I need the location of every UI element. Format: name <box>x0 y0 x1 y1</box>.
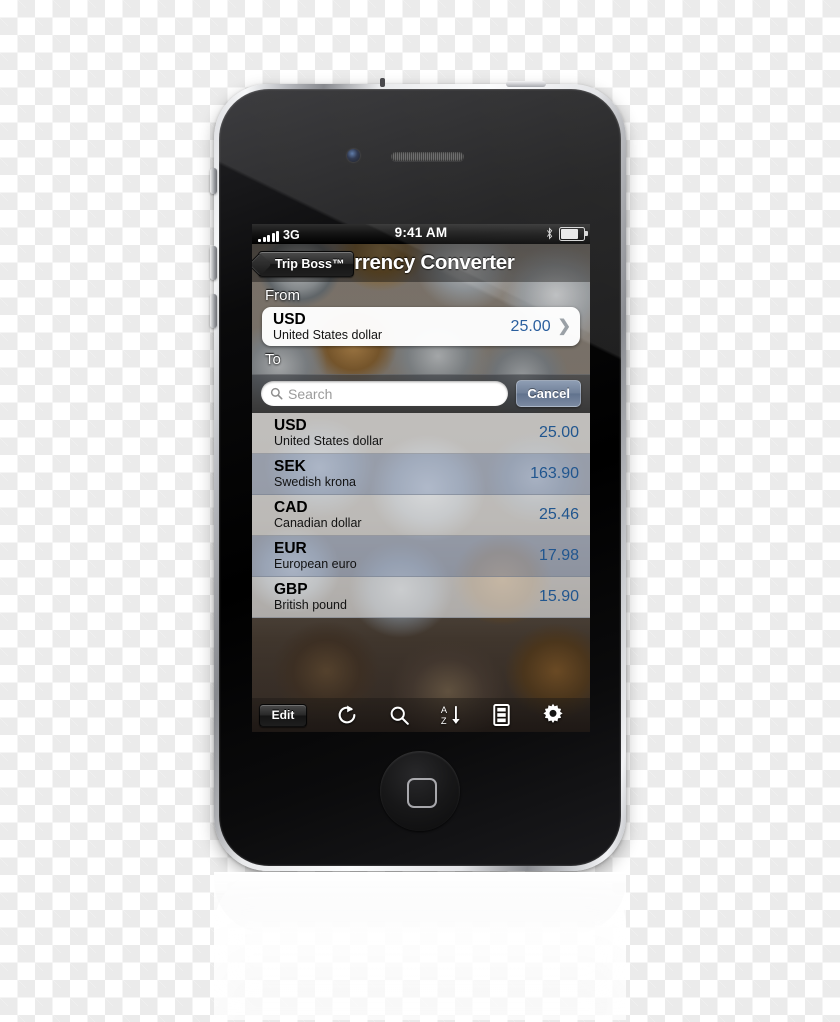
currency-name: United States dollar <box>274 434 384 448</box>
currency-code: SEK <box>274 458 306 475</box>
row-text: EUR European euro <box>274 540 357 572</box>
iphone-device: 3G 9:41 AM Currency Converter Trip Boss™ <box>210 78 626 871</box>
back-button-label: Trip Boss™ <box>275 257 345 271</box>
table-row[interactable]: CAD Canadian dollar 25.46 <box>252 495 590 536</box>
back-button[interactable]: Trip Boss™ <box>258 251 355 277</box>
search-icon <box>270 387 283 400</box>
app-screen: 3G 9:41 AM Currency Converter Trip Boss™ <box>252 224 590 732</box>
edit-button[interactable]: Edit <box>259 703 307 727</box>
toolbar-icons: A Z <box>307 703 590 727</box>
row-text: GBP British pound <box>274 581 347 613</box>
table-row[interactable]: USD United States dollar 25.00 <box>252 413 590 454</box>
currency-value: 17.98 <box>538 547 579 564</box>
currency-value: 163.90 <box>530 465 579 482</box>
currency-list: USD United States dollar 25.00 SEK Swedi… <box>252 413 590 618</box>
status-bar-right <box>546 227 588 241</box>
from-currency-name: United States dollar <box>273 327 383 342</box>
earpiece-speaker <box>391 152 464 161</box>
volume-down-button[interactable] <box>210 294 217 328</box>
currency-code: EUR <box>274 540 307 557</box>
navigation-bar: Currency Converter Trip Boss™ <box>252 244 590 282</box>
front-camera-icon <box>347 149 360 162</box>
currency-code: USD <box>274 417 307 434</box>
currency-code: GBP <box>274 581 308 598</box>
battery-icon <box>559 227 588 241</box>
currency-name: Swedish krona <box>274 475 356 489</box>
drawer-list-icon[interactable] <box>493 704 511 726</box>
from-cell-text: USD United States dollar <box>273 310 383 342</box>
clock-label: 9:41 AM <box>394 225 448 240</box>
phone-front-glass: 3G 9:41 AM Currency Converter Trip Boss™ <box>219 89 621 866</box>
row-text: USD United States dollar <box>274 417 384 449</box>
from-currency-code: USD <box>273 310 306 328</box>
from-currency-cell[interactable]: USD United States dollar 25.00 ❯ <box>262 307 580 346</box>
table-row[interactable]: GBP British pound 15.90 <box>252 577 590 618</box>
table-row[interactable]: EUR European euro 17.98 <box>252 536 590 577</box>
currency-value: 25.46 <box>538 506 579 523</box>
home-square-icon <box>407 778 437 808</box>
search-field[interactable] <box>261 381 509 406</box>
search-icon[interactable] <box>389 705 410 726</box>
device-reflection <box>214 872 626 1020</box>
screen-content: From USD United States dollar 25.00 ❯ To <box>252 282 590 698</box>
currency-value: 15.90 <box>538 588 579 605</box>
row-text: SEK Swedish krona <box>274 458 356 490</box>
bottom-toolbar: Edit A Z <box>252 698 590 732</box>
sort-az-icon[interactable]: A Z <box>440 704 463 726</box>
search-input[interactable] <box>288 385 509 402</box>
currency-name: European euro <box>274 557 357 571</box>
currency-code: CAD <box>274 499 308 516</box>
from-currency-value: 25.00 <box>510 317 551 335</box>
power-button[interactable] <box>506 81 546 87</box>
volume-up-button[interactable] <box>210 246 217 280</box>
to-section-label: To <box>265 351 281 368</box>
silent-switch[interactable] <box>210 168 217 194</box>
bluetooth-icon <box>546 227 553 240</box>
gear-icon[interactable] <box>541 703 565 727</box>
table-row[interactable]: SEK Swedish krona 163.90 <box>252 454 590 495</box>
cancel-button[interactable]: Cancel <box>516 380 581 407</box>
currency-name: Canadian dollar <box>274 516 362 530</box>
svg-text:A: A <box>441 705 448 715</box>
svg-text:Z: Z <box>441 716 447 726</box>
currency-name: British pound <box>274 598 347 612</box>
chevron-right-icon: ❯ <box>557 317 571 335</box>
row-text: CAD Canadian dollar <box>274 499 362 531</box>
home-button[interactable] <box>380 751 460 831</box>
refresh-icon[interactable] <box>336 704 358 726</box>
antenna-line <box>380 78 385 87</box>
currency-value: 25.00 <box>538 424 579 441</box>
from-section-label: From <box>265 287 300 304</box>
status-bar: 3G 9:41 AM <box>252 224 590 244</box>
search-panel: Cancel <box>252 374 590 413</box>
